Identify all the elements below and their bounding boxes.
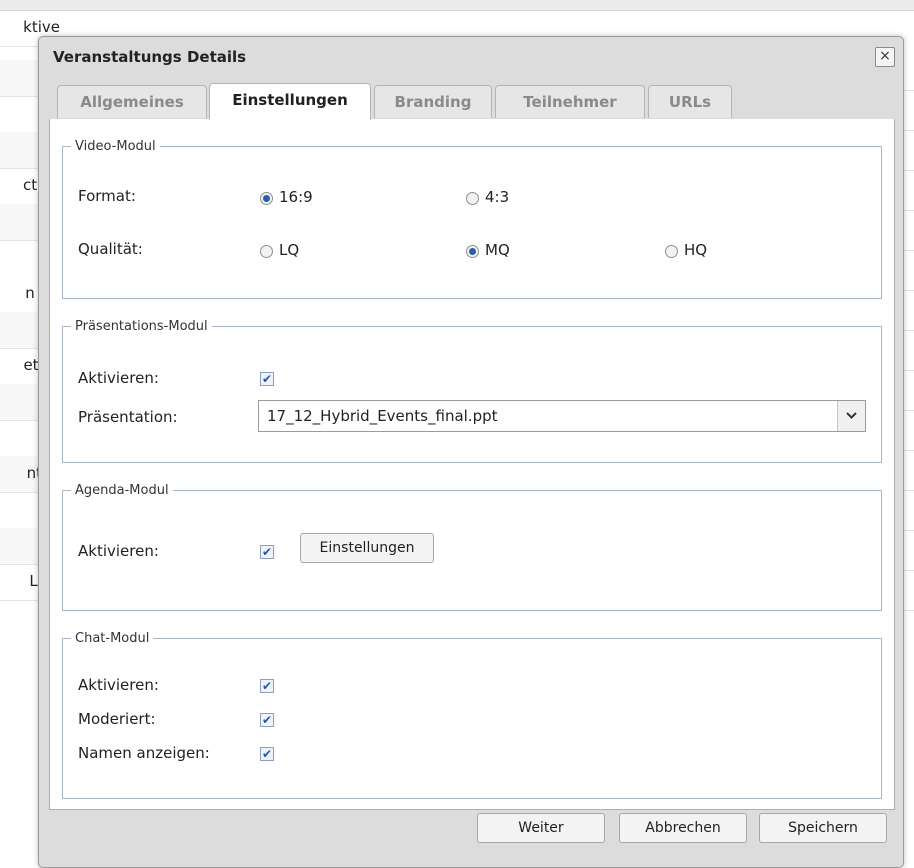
chat-module-legend: Chat-Modul — [75, 631, 150, 646]
quality-mq-radio[interactable] — [466, 245, 479, 258]
quality-mq-label[interactable]: MQ — [485, 241, 510, 259]
presentation-module-legend: Präsentations-Modul — [75, 319, 208, 334]
dialog-title: Veranstaltungs Details — [53, 48, 247, 66]
chat-show-names-checkbox[interactable]: ✔ — [260, 747, 274, 761]
presentation-select-value: 17_12_Hybrid_Events_final.ppt — [267, 407, 498, 425]
quality-hq-radio[interactable] — [665, 245, 678, 258]
tab-einstellungen[interactable]: Einstellungen — [209, 83, 371, 120]
quality-lq-radio[interactable] — [260, 245, 273, 258]
presentation-label: Präsentation: — [78, 408, 178, 426]
format-16-9-label[interactable]: 16:9 — [279, 188, 313, 206]
presentation-activate-checkbox[interactable]: ✔ — [260, 372, 274, 386]
tab-bar: Allgemeines Einstellungen Branding Teiln… — [49, 83, 895, 120]
format-4-3-radio[interactable] — [466, 192, 479, 205]
agenda-module-fieldset: Agenda-Modul — [62, 483, 882, 611]
agenda-activate-checkbox[interactable]: ✔ — [260, 545, 274, 559]
presentation-module-fieldset: Präsentations-Modul — [62, 319, 882, 463]
save-button[interactable]: Speichern — [759, 813, 887, 843]
cancel-button[interactable]: Abbrechen — [619, 813, 747, 843]
chat-show-names-label: Namen anzeigen: — [78, 744, 210, 762]
agenda-settings-button[interactable]: Einstellungen — [300, 533, 434, 563]
quality-label: Qualität: — [78, 240, 143, 258]
agenda-activate-label: Aktivieren: — [78, 542, 159, 560]
format-16-9-radio[interactable] — [260, 192, 273, 205]
chat-activate-label: Aktivieren: — [78, 676, 159, 694]
event-details-dialog: Veranstaltungs Details × Allgemeines Ein… — [38, 36, 904, 868]
tab-allgemeines[interactable]: Allgemeines — [57, 85, 207, 118]
chat-activate-checkbox[interactable]: ✔ — [260, 679, 274, 693]
chat-moderated-label: Moderiert: — [78, 710, 156, 728]
chat-module-fieldset: Chat-Modul — [62, 631, 882, 799]
dropdown-arrow-button[interactable] — [837, 401, 865, 431]
next-button[interactable]: Weiter — [477, 813, 605, 843]
chevron-down-icon — [846, 412, 857, 419]
tab-urls[interactable]: URLs — [648, 85, 732, 118]
video-module-legend: Video-Modul — [75, 139, 156, 154]
tab-teilnehmer[interactable]: Teilnehmer — [495, 85, 645, 118]
chat-moderated-checkbox[interactable]: ✔ — [260, 713, 274, 727]
video-module-fieldset: Video-Modul — [62, 139, 882, 299]
format-4-3-label[interactable]: 4:3 — [485, 188, 509, 206]
presentation-select[interactable]: 17_12_Hybrid_Events_final.ppt — [258, 400, 866, 432]
close-button[interactable]: × — [875, 47, 895, 67]
settings-panel: Video-Modul Format: 16:9 4:3 Qualität: L… — [49, 119, 895, 810]
quality-hq-label[interactable]: HQ — [684, 241, 707, 259]
format-label: Format: — [78, 187, 136, 205]
tab-branding[interactable]: Branding — [374, 85, 492, 118]
quality-lq-label[interactable]: LQ — [279, 241, 299, 259]
agenda-module-legend: Agenda-Modul — [75, 483, 169, 498]
presentation-activate-label: Aktivieren: — [78, 369, 159, 387]
